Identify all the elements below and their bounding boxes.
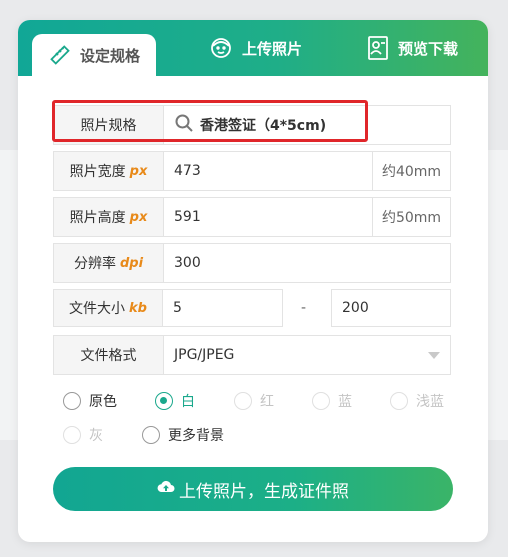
radio-label: 更多背景 (168, 428, 224, 444)
height-row: 照片高度 px 591 约50mm (53, 197, 451, 237)
tab-upload-photo[interactable]: 上传照片 (196, 20, 314, 76)
bg-radio-red[interactable]: 红 (234, 391, 274, 411)
radio-label: 原色 (89, 394, 117, 410)
radio-label: 蓝 (338, 394, 352, 410)
radio-circle (63, 392, 81, 410)
spec-select[interactable]: 香港签证（4*5cm) (164, 106, 450, 144)
width-input[interactable]: 473 (164, 152, 372, 190)
height-mm-hint: 约50mm (372, 198, 450, 236)
spec-label: 照片规格 (54, 106, 164, 144)
tab-set-spec[interactable]: 设定规格 (32, 34, 156, 76)
cloud-upload-icon (157, 479, 175, 500)
bg-radio-gray[interactable]: 灰 (63, 425, 103, 445)
tab-upload-photo-label: 上传照片 (241, 39, 302, 58)
format-row: 文件格式 JPG/JPEG (53, 335, 451, 375)
tab-preview-download-label: 预览下载 (397, 39, 458, 58)
radio-circle (63, 426, 81, 444)
width-mm-hint: 约40mm (372, 152, 450, 190)
resolution-row: 分辨率 dpi 300 (53, 243, 451, 283)
radio-circle (390, 392, 408, 410)
radio-circle (155, 392, 173, 410)
bg-radio-light-blue[interactable]: 浅蓝 (390, 391, 444, 411)
height-unit-tag: px (129, 209, 148, 225)
filesize-row: 文件大小 kb 5 - 200 (53, 289, 451, 327)
search-icon (174, 113, 194, 137)
radio-label: 灰 (89, 428, 103, 444)
chevron-down-icon (428, 352, 440, 359)
width-unit-tag: px (129, 163, 148, 179)
tab-bar: 设定规格 上传照片 预览下载 (18, 20, 488, 76)
format-label-text: 文件格式 (80, 348, 137, 364)
filesize-max-input[interactable]: 200 (331, 289, 451, 327)
bg-radio-original[interactable]: 原色 (63, 391, 117, 411)
resolution-label: 分辨率 dpi (54, 244, 164, 282)
id-card-icon (366, 35, 390, 61)
radio-circle (142, 426, 160, 444)
bg-radio-white[interactable]: 白 (155, 391, 195, 411)
ruler-pencil-icon (48, 43, 72, 67)
upload-button-label: 上传照片，生成证件照 (179, 481, 349, 502)
filesize-label-text: 文件大小 (69, 301, 126, 317)
radio-label: 红 (260, 394, 274, 410)
bg-radio-more[interactable]: 更多背景 (142, 425, 224, 445)
upload-generate-button[interactable]: 上传照片，生成证件照 (53, 467, 453, 511)
height-input[interactable]: 591 (164, 198, 372, 236)
format-value: JPG/JPEG (174, 347, 235, 363)
filesize-unit-tag: kb (129, 300, 147, 316)
format-select[interactable]: JPG/JPEG (164, 336, 450, 374)
bg-radio-blue[interactable]: 蓝 (312, 391, 352, 411)
tab-set-spec-label: 设定规格 (79, 46, 140, 65)
filesize-separator: - (301, 300, 307, 316)
radio-circle (312, 392, 330, 410)
height-label: 照片高度 px (54, 198, 164, 236)
radio-circle (234, 392, 252, 410)
width-row: 照片宽度 px 473 约40mm (53, 151, 451, 191)
id-photo-card: 设定规格 上传照片 预览下载 照片规格 香港签证（4*5cm) 照片宽度 px … (18, 20, 488, 542)
tab-preview-download[interactable]: 预览下载 (350, 20, 474, 76)
radio-label: 浅蓝 (416, 394, 444, 410)
spec-value: 香港签证（4*5cm) (200, 118, 327, 134)
resolution-label-text: 分辨率 (73, 256, 116, 272)
resolution-input[interactable]: 300 (164, 244, 450, 282)
resolution-unit-tag: dpi (119, 255, 144, 271)
face-icon (208, 35, 234, 61)
height-label-text: 照片高度 (69, 210, 126, 226)
filesize-min-input[interactable]: 5 (162, 289, 283, 327)
radio-label: 白 (181, 394, 195, 410)
spec-label-text: 照片规格 (80, 118, 137, 134)
width-label-text: 照片宽度 (69, 164, 126, 180)
format-label: 文件格式 (54, 336, 164, 374)
filesize-label: 文件大小 kb (53, 289, 163, 327)
width-label: 照片宽度 px (54, 152, 164, 190)
spec-row: 照片规格 香港签证（4*5cm) (53, 105, 451, 145)
